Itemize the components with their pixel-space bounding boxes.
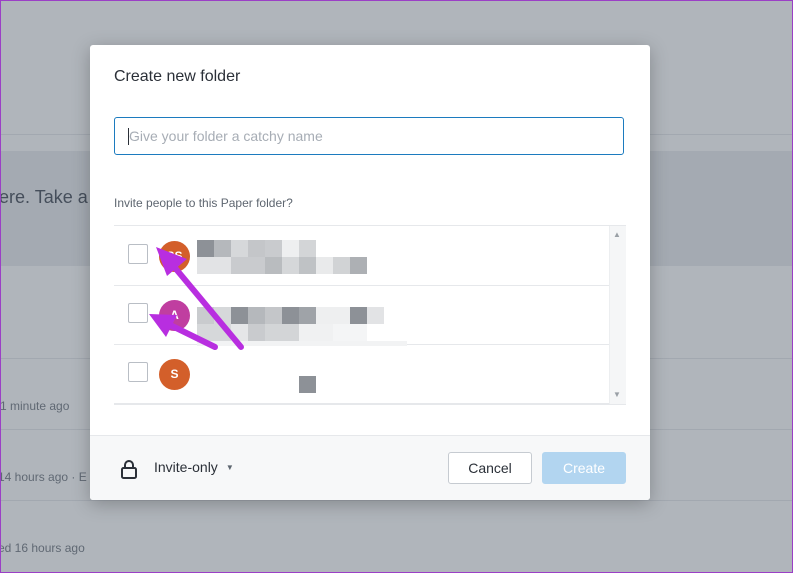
cancel-button[interactable]: Cancel xyxy=(448,452,532,484)
avatar: SS xyxy=(159,241,190,272)
lock-icon xyxy=(121,460,137,479)
people-list: SS A S ▲ ▼ xyxy=(114,225,626,405)
folder-name-input[interactable] xyxy=(114,117,624,155)
person-row[interactable]: SS xyxy=(114,226,610,286)
avatar: A xyxy=(159,300,190,331)
invite-label: Invite people to this Paper folder? xyxy=(114,196,293,210)
create-button[interactable]: Create xyxy=(542,452,626,484)
create-folder-dialog: Create new folder Invite people to this … xyxy=(90,45,650,500)
person-checkbox[interactable] xyxy=(128,303,148,323)
text-caret xyxy=(128,128,129,145)
list-scrollbar[interactable]: ▲ ▼ xyxy=(609,226,626,404)
scroll-down-icon[interactable]: ▼ xyxy=(613,390,621,400)
screenshot-frame: ere. Take a 1 minute ago 14 hours ago · … xyxy=(0,0,793,573)
access-level-label: Invite-only xyxy=(154,459,218,475)
avatar: S xyxy=(159,359,190,390)
access-level-dropdown[interactable]: Invite-only ▼ xyxy=(154,459,234,475)
person-checkbox[interactable] xyxy=(128,362,148,382)
scroll-up-icon[interactable]: ▲ xyxy=(613,230,621,240)
dialog-title: Create new folder xyxy=(114,68,241,85)
chevron-down-icon: ▼ xyxy=(225,463,234,472)
dialog-footer: Invite-only ▼ Cancel Create xyxy=(90,435,650,500)
person-row[interactable]: S xyxy=(114,344,610,404)
person-row[interactable]: A xyxy=(114,285,610,346)
person-checkbox[interactable] xyxy=(128,244,148,264)
